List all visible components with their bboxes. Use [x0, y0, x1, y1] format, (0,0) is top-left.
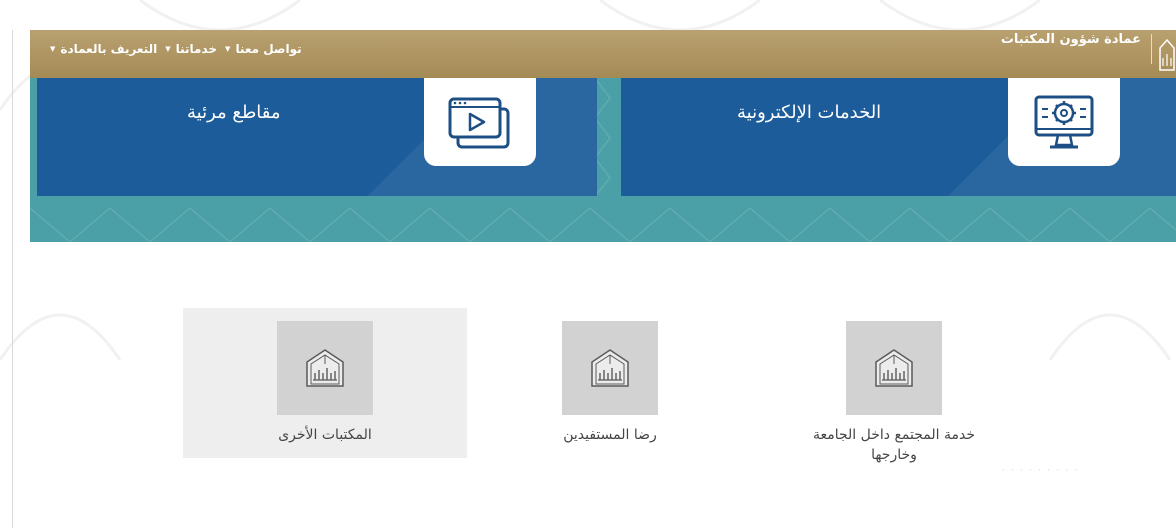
nav-about[interactable]: التعريف بالعمادة ▼: [50, 42, 157, 56]
nav-contact[interactable]: تواصل معنا ▼: [225, 42, 302, 56]
top-navbar: التعريف بالعمادة ▼ خدماتنا ▼ تواصل معنا …: [30, 30, 1176, 78]
nav-contact-label: تواصل معنا: [235, 42, 302, 56]
chevron-down-icon: ▼: [225, 45, 231, 53]
card-image: [846, 321, 942, 415]
card-community-service[interactable]: خدمة المجتمع داخل الجامعة وخارجها: [752, 308, 1036, 463]
university-logo-icon: [1159, 38, 1175, 71]
card-image: [277, 321, 373, 415]
nav-services[interactable]: خدماتنا ▼: [165, 42, 217, 56]
card-image: [562, 321, 658, 415]
card-beneficiary-satisfaction[interactable]: رضا المستفيدين: [468, 308, 752, 458]
video-play-icon: [448, 97, 510, 149]
faint-text-artifact: · · · · · · · · ·: [1002, 466, 1080, 475]
tile-videos-icon-box: [424, 78, 536, 166]
tile-videos-label: مقاطع مرئية: [187, 102, 281, 123]
brand-title: عمادة شؤون المكتبات: [1000, 32, 1141, 47]
card-beneficiary-satisfaction-label: رضا المستفيدين: [563, 427, 657, 443]
main-nav: التعريف بالعمادة ▼ خدماتنا ▼ تواصل معنا …: [50, 42, 302, 56]
brand-divider: [1151, 34, 1152, 64]
card-other-libraries-label: المكتبات الأخرى: [278, 427, 372, 443]
university-logo-icon: [591, 349, 629, 387]
chevron-down-icon: ▼: [50, 45, 56, 53]
brand[interactable]: عمادة شؤون المكتبات: [966, 30, 1176, 78]
left-border: [12, 30, 13, 528]
university-logo-icon: [875, 349, 913, 387]
tile-decoration: [205, 78, 597, 196]
card-community-service-label: خدمة المجتمع داخل الجامعة وخارجها: [812, 427, 975, 463]
monitor-gear-icon: [1034, 95, 1094, 149]
university-logo-icon: [306, 349, 344, 387]
tile-eservices[interactable]: الخدمات الإلكترونية: [621, 78, 1176, 196]
tile-eservices-label: الخدمات الإلكترونية: [737, 102, 882, 123]
tile-videos[interactable]: مقاطع مرئية: [37, 78, 597, 196]
nav-services-label: خدماتنا: [175, 42, 218, 56]
chevron-down-icon: ▼: [165, 45, 171, 53]
tile-eservices-icon-box: [1008, 78, 1120, 166]
nav-about-label: التعريف بالعمادة: [60, 42, 158, 56]
card-other-libraries[interactable]: المكتبات الأخرى: [183, 308, 467, 458]
